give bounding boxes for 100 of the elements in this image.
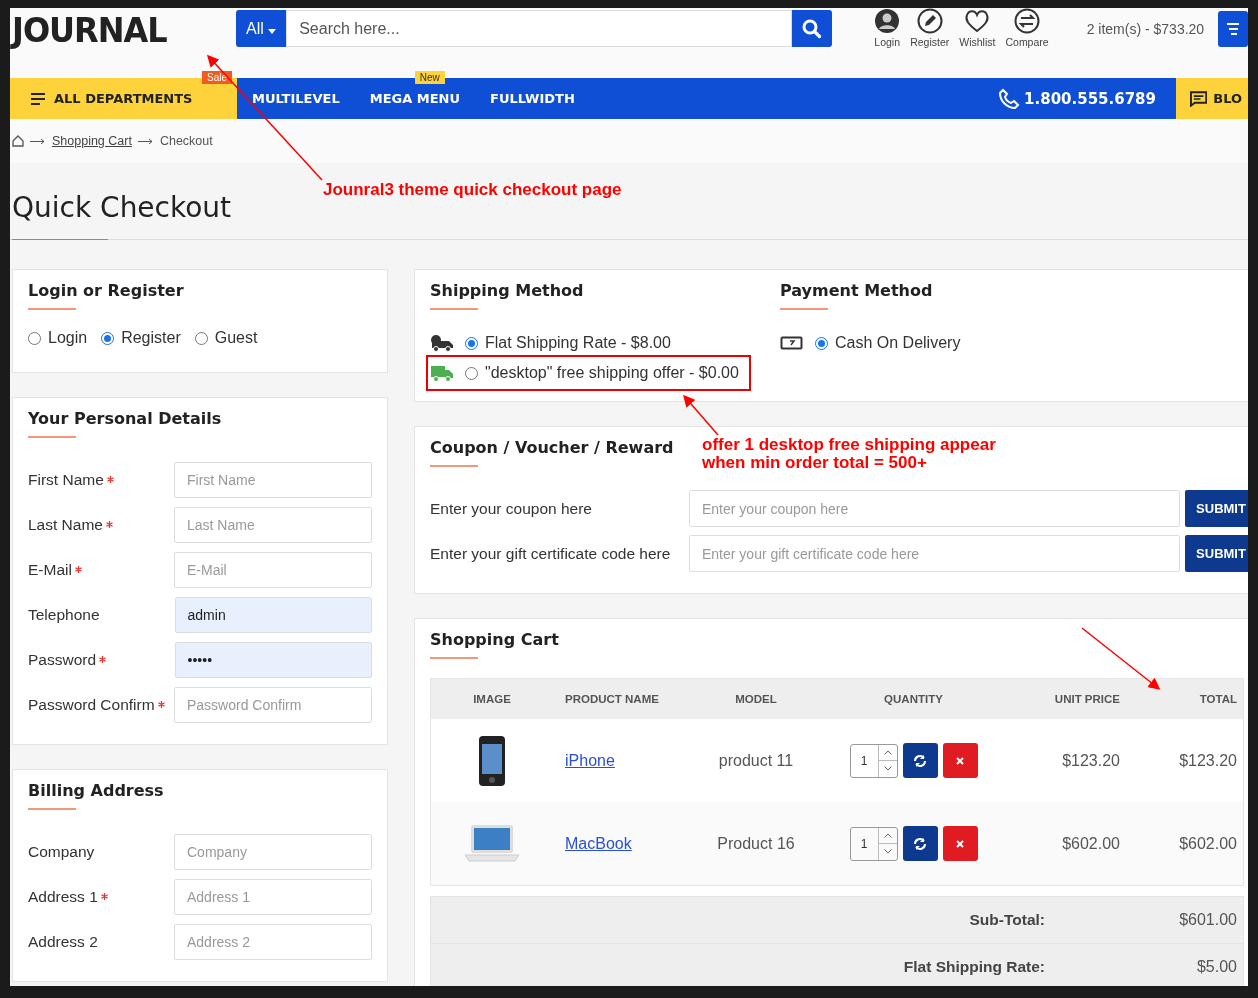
total-label: Sub-Total: [968,911,1045,929]
logo[interactable]: JOURNAL [12,10,237,50]
shipping-option[interactable]: "desktop" free shipping offer - $0.00 [428,357,749,389]
field-label: Last Name [28,515,103,533]
input-field[interactable]: First Name [174,461,372,498]
input-field[interactable]: Company [174,833,372,870]
field-label: Enter your gift certificate code here [430,544,672,563]
chevron-down-icon[interactable] [883,849,892,855]
caret-icon [268,28,277,34]
radio-button[interactable] [465,336,478,350]
pencil-icon [916,8,943,34]
search-icon [802,18,823,39]
radio-button[interactable] [465,366,478,380]
account-link[interactable]: Compare [1003,8,1051,48]
section-title: Shipping Method [430,281,584,310]
account-link[interactable]: Register [908,8,952,48]
input-field[interactable]: admin [174,596,372,633]
total-value: $601.00 [1178,911,1237,929]
input-field[interactable]: Enter your coupon here [689,490,1180,527]
radio-button[interactable] [28,331,41,345]
chat-icon [1190,90,1208,107]
home-icon[interactable] [12,135,24,147]
remove-button[interactable] [942,826,978,861]
input-field[interactable]: E-Mail [174,551,372,588]
close-icon [955,838,965,849]
blog-menu[interactable]: BLO [1176,78,1248,119]
chevron-up-icon[interactable] [883,832,892,838]
radio-button[interactable] [194,331,208,345]
annotation-text: offer 1 desktop free shipping appear when min order total = 500+ [702,436,996,472]
input-field[interactable]: ••••• [174,641,372,678]
table-cell-text: product 11 [717,751,795,770]
breadcrumb-link[interactable]: Shopping Cart [52,134,132,148]
field-label: Telephone [28,605,100,623]
section-title: Shopping Cart [430,630,559,659]
section-title: Login or Register [28,281,184,310]
shipping-option[interactable]: Flat Shipping Rate - $8.00 [430,329,679,357]
account-option[interactable]: Login [28,329,88,347]
field-label: Address 2 [28,932,98,950]
column-header: UNIT PRICE [1053,693,1121,705]
submit-button[interactable]: SUBMIT [1185,535,1248,572]
input-field[interactable]: Password Confirm [174,686,372,723]
table-cell-text: $123.20 [1178,751,1238,770]
account-link[interactable]: Wishlist [957,8,998,48]
quantity-field[interactable]: 1 [849,743,898,778]
search-button[interactable] [792,10,833,47]
submit-button[interactable]: SUBMIT [1185,490,1248,527]
search-field[interactable]: Search here... [286,10,793,47]
input-field[interactable]: Last Name [174,506,372,543]
cash-icon [780,335,804,351]
payment-option[interactable]: Cash On Delivery [780,329,969,357]
input-field[interactable]: Address 1 [174,878,372,915]
table-cell-text: $123.20 [1061,751,1121,770]
refresh-icon [913,836,927,851]
annotation-text: Jounral3 theme quick checkout page [323,181,622,199]
total-value: $5.00 [1195,958,1237,976]
arrow-icon [30,137,46,145]
section-title: Payment Method [780,281,933,310]
account-option[interactable]: Guest [194,329,258,347]
truck-icon [430,334,454,352]
table-cell-text: Product 16 [716,834,796,853]
category-dropdown[interactable]: All [236,10,287,47]
field-label: Company [28,842,95,860]
heart-icon [964,8,991,34]
radio-button[interactable] [101,331,115,345]
quantity-field[interactable]: 1 [849,826,898,861]
field-label: First Name [28,470,104,488]
section-title: Billing Address [28,781,164,810]
account-option[interactable]: Register [101,329,181,347]
menu-item[interactable]: MULTILEVEL [237,78,355,119]
truck-icon [430,364,454,382]
column-header: MODEL [734,693,778,705]
field-label: Enter your coupon here [430,499,593,518]
user-icon [874,8,901,34]
cart-summary[interactable]: 2 item(s) - $733.20 [1086,21,1205,37]
account-link[interactable]: Login [872,8,903,48]
phone-drawing [478,734,506,787]
refresh-button[interactable] [902,743,938,778]
arrow-icon [137,137,154,145]
laptop-drawing [463,822,521,865]
product-link[interactable]: MacBook [553,834,632,853]
phone-icon [998,87,1021,110]
field-label: Address 1 [28,887,98,905]
remove-button[interactable] [942,743,978,778]
field-label: Password Confirm [28,695,155,713]
refresh-button[interactable] [902,826,938,861]
phone-number[interactable]: 1.800.555.6789 [1024,89,1156,108]
product-link[interactable]: iPhone [553,751,615,770]
cart-icon [1226,23,1241,35]
input-field[interactable]: Enter your gift certificate code here [689,535,1180,572]
section-title: Coupon / Voucher / Reward [430,438,674,467]
menu-item[interactable]: FULLWIDTH [475,78,590,119]
cart-button[interactable] [1218,11,1248,47]
close-icon [955,755,965,766]
radio-button[interactable] [815,336,828,350]
page-title: Quick Checkout [11,190,232,224]
refresh-icon [913,753,927,768]
chevron-down-icon[interactable] [883,766,892,772]
new-badge: New [414,71,445,84]
input-field[interactable]: Address 2 [174,923,372,960]
chevron-up-icon[interactable] [883,749,892,755]
